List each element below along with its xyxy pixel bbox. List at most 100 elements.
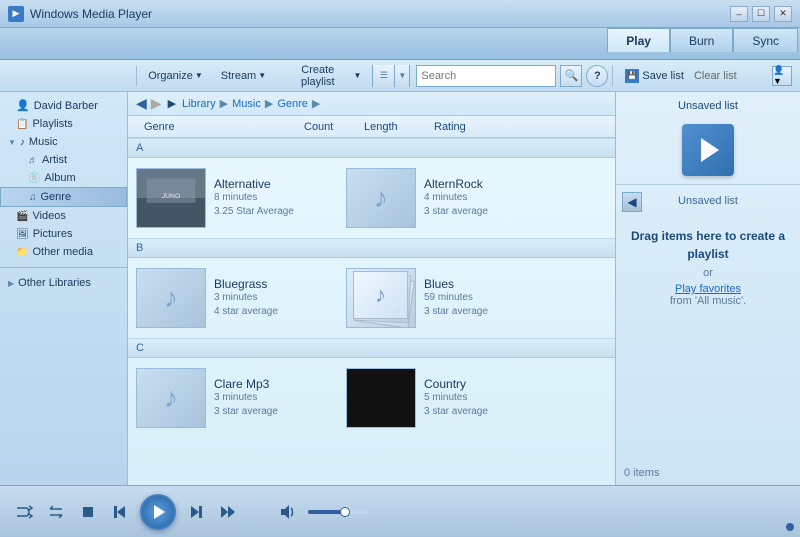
mute-button[interactable]: [276, 500, 300, 524]
player-bar: [0, 485, 800, 537]
breadcrumb-arrow1: ▶: [220, 97, 228, 110]
view-arrow-icon[interactable]: ▼: [395, 65, 409, 87]
col-header-rating[interactable]: Rating: [426, 121, 506, 133]
play-icon: [154, 505, 165, 519]
music-note-icon: ♪: [164, 282, 178, 314]
sidebar-item-artist[interactable]: ♬ Artist: [0, 151, 127, 169]
genre-item-country[interactable]: Country 5 minutes 3 star average: [346, 368, 546, 428]
nav-back-icon[interactable]: ◀: [136, 95, 147, 112]
unsaved-subtitle: Unsaved list: [678, 195, 738, 207]
col-header-count[interactable]: Count: [296, 121, 356, 133]
prev-button[interactable]: [108, 500, 132, 524]
sidebar-item-user[interactable]: 👤 David Barber: [0, 96, 127, 115]
sidebar-item-videos[interactable]: 🎬 Videos: [0, 207, 127, 225]
blues-info: Blues 59 minutes 3 star average: [424, 277, 546, 319]
right-panel: Unsaved list Unsaved list ◀ Drag items h…: [615, 92, 800, 485]
alternative-info: Alternative 8 minutes 3.25 Star Average: [214, 177, 336, 219]
user-button[interactable]: 👤▼: [772, 66, 792, 86]
clear-list-button[interactable]: Clear list: [694, 70, 737, 82]
stream-button[interactable]: Stream ▼: [214, 67, 273, 85]
section-c-row: ♪ Clare Mp3 3 minutes 3 star average C: [128, 358, 615, 438]
section-c-header: C: [128, 338, 615, 358]
claremp3-art: ♪: [136, 368, 206, 428]
play-favorites-link[interactable]: Play favorites: [675, 283, 741, 295]
title-bar: ▶ Windows Media Player – ☐ ✕: [0, 0, 800, 28]
app-title: Windows Media Player: [30, 7, 730, 21]
volume-knob[interactable]: [340, 507, 350, 517]
country-art: [346, 368, 416, 428]
section-a-row: JUNO Alternative 8 minutes 3.25 Star Ave…: [128, 158, 615, 238]
column-headers: Genre Count Length Rating: [128, 116, 615, 138]
stream-arrow-icon: ▼: [258, 71, 266, 80]
from-text: from 'All music'.: [670, 295, 746, 307]
music-note-icon: ♪: [374, 182, 388, 214]
or-text: or: [703, 267, 713, 279]
breadcrumb-arrow2: ▶: [265, 97, 273, 110]
volume-slider[interactable]: [308, 510, 368, 514]
album-icon: 💿: [28, 173, 40, 184]
prev-icon: [111, 503, 129, 521]
pictures-icon: 🖼: [16, 229, 29, 240]
music-expand-icon: ▼: [8, 138, 16, 147]
search-input[interactable]: [416, 65, 556, 87]
genre-item-alternative[interactable]: JUNO Alternative 8 minutes 3.25 Star Ave…: [136, 168, 336, 228]
repeat-icon: [47, 503, 65, 521]
sidebar-item-pictures[interactable]: 🖼 Pictures: [0, 225, 127, 243]
help-button[interactable]: ?: [586, 65, 608, 87]
genre-item-alternrock[interactable]: ♪ AlternRock 4 minutes 3 star average: [346, 168, 546, 228]
alternrock-art: ♪: [346, 168, 416, 228]
save-icon: 💾: [625, 69, 639, 83]
shuffle-button[interactable]: [12, 500, 36, 524]
tab-sync[interactable]: Sync: [733, 28, 798, 52]
col-header-length[interactable]: Length: [356, 121, 426, 133]
play-pause-button[interactable]: [140, 494, 176, 530]
sidebar-item-playlists[interactable]: 📋 Playlists: [0, 115, 127, 133]
app-icon: ▶: [8, 6, 24, 22]
sidebar-item-genre[interactable]: ♫ Genre: [0, 187, 127, 207]
breadcrumb-genre[interactable]: Genre: [277, 98, 308, 110]
genre-item-bluegrass[interactable]: ♪ Bluegrass 3 minutes 4 star average: [136, 268, 336, 328]
section-b-header: B: [128, 238, 615, 258]
alternrock-info: AlternRock 4 minutes 3 star average: [424, 177, 546, 219]
stop-button[interactable]: [76, 500, 100, 524]
nav-forward-icon[interactable]: ▶: [151, 95, 162, 112]
breadcrumb: ◀ ▶ ▶ Library ▶ Music ▶ Genre ▶: [128, 92, 615, 116]
col-header-genre[interactable]: Genre: [136, 121, 296, 133]
view-icon[interactable]: ☰: [373, 65, 395, 87]
search-button[interactable]: 🔍: [560, 65, 582, 87]
next-button[interactable]: [184, 500, 208, 524]
genre-icon: ♫: [29, 192, 37, 203]
breadcrumb-library[interactable]: Library: [182, 98, 216, 110]
sidebar-item-music[interactable]: ▼ ♪ Music: [0, 133, 127, 151]
sidebar: 👤 David Barber 📋 Playlists ▼ ♪ Music ♬ A…: [0, 92, 128, 485]
expand-icon: ▶: [8, 279, 14, 288]
repeat-button[interactable]: [44, 500, 68, 524]
breadcrumb-music[interactable]: Music: [232, 98, 261, 110]
bluegrass-art: ♪: [136, 268, 206, 328]
minimize-button[interactable]: –: [730, 6, 748, 22]
close-button[interactable]: ✕: [774, 6, 792, 22]
unsaved-title: Unsaved list: [678, 100, 738, 112]
fast-forward-button[interactable]: [216, 500, 240, 524]
sidebar-item-album[interactable]: 💿 Album: [0, 169, 127, 187]
genre-item-claremp3[interactable]: ♪ Clare Mp3 3 minutes 3 star average: [136, 368, 336, 428]
back-arrow-button[interactable]: ◀: [622, 192, 642, 212]
organize-button[interactable]: Organize ▼: [141, 67, 210, 85]
tab-play[interactable]: Play: [607, 28, 670, 52]
fast-forward-icon: [219, 503, 237, 521]
genre-item-blues[interactable]: ♪ Blues 59 minutes 3 star average: [346, 268, 546, 328]
claremp3-info: Clare Mp3 3 minutes 3 star average: [214, 377, 336, 419]
create-playlist-button[interactable]: Create playlist ▼: [277, 61, 368, 91]
sidebar-item-other-media[interactable]: 📁 Other media: [0, 243, 127, 261]
section-b-row: ♪ Bluegrass 3 minutes 4 star average: [128, 258, 615, 338]
sidebar-item-other-libraries[interactable]: ▶ Other Libraries: [0, 274, 127, 292]
alternative-art: JUNO: [136, 168, 206, 228]
play-triangle-icon: [701, 138, 719, 162]
tab-burn[interactable]: Burn: [670, 28, 733, 52]
save-list-button[interactable]: 💾 Save list: [621, 67, 688, 85]
playlists-icon: 📋: [16, 119, 28, 130]
unsaved-play-icon[interactable]: [682, 124, 734, 176]
items-count: 0 items: [624, 467, 659, 479]
main-area: 👤 David Barber 📋 Playlists ▼ ♪ Music ♬ A…: [0, 92, 800, 485]
maximize-button[interactable]: ☐: [752, 6, 770, 22]
